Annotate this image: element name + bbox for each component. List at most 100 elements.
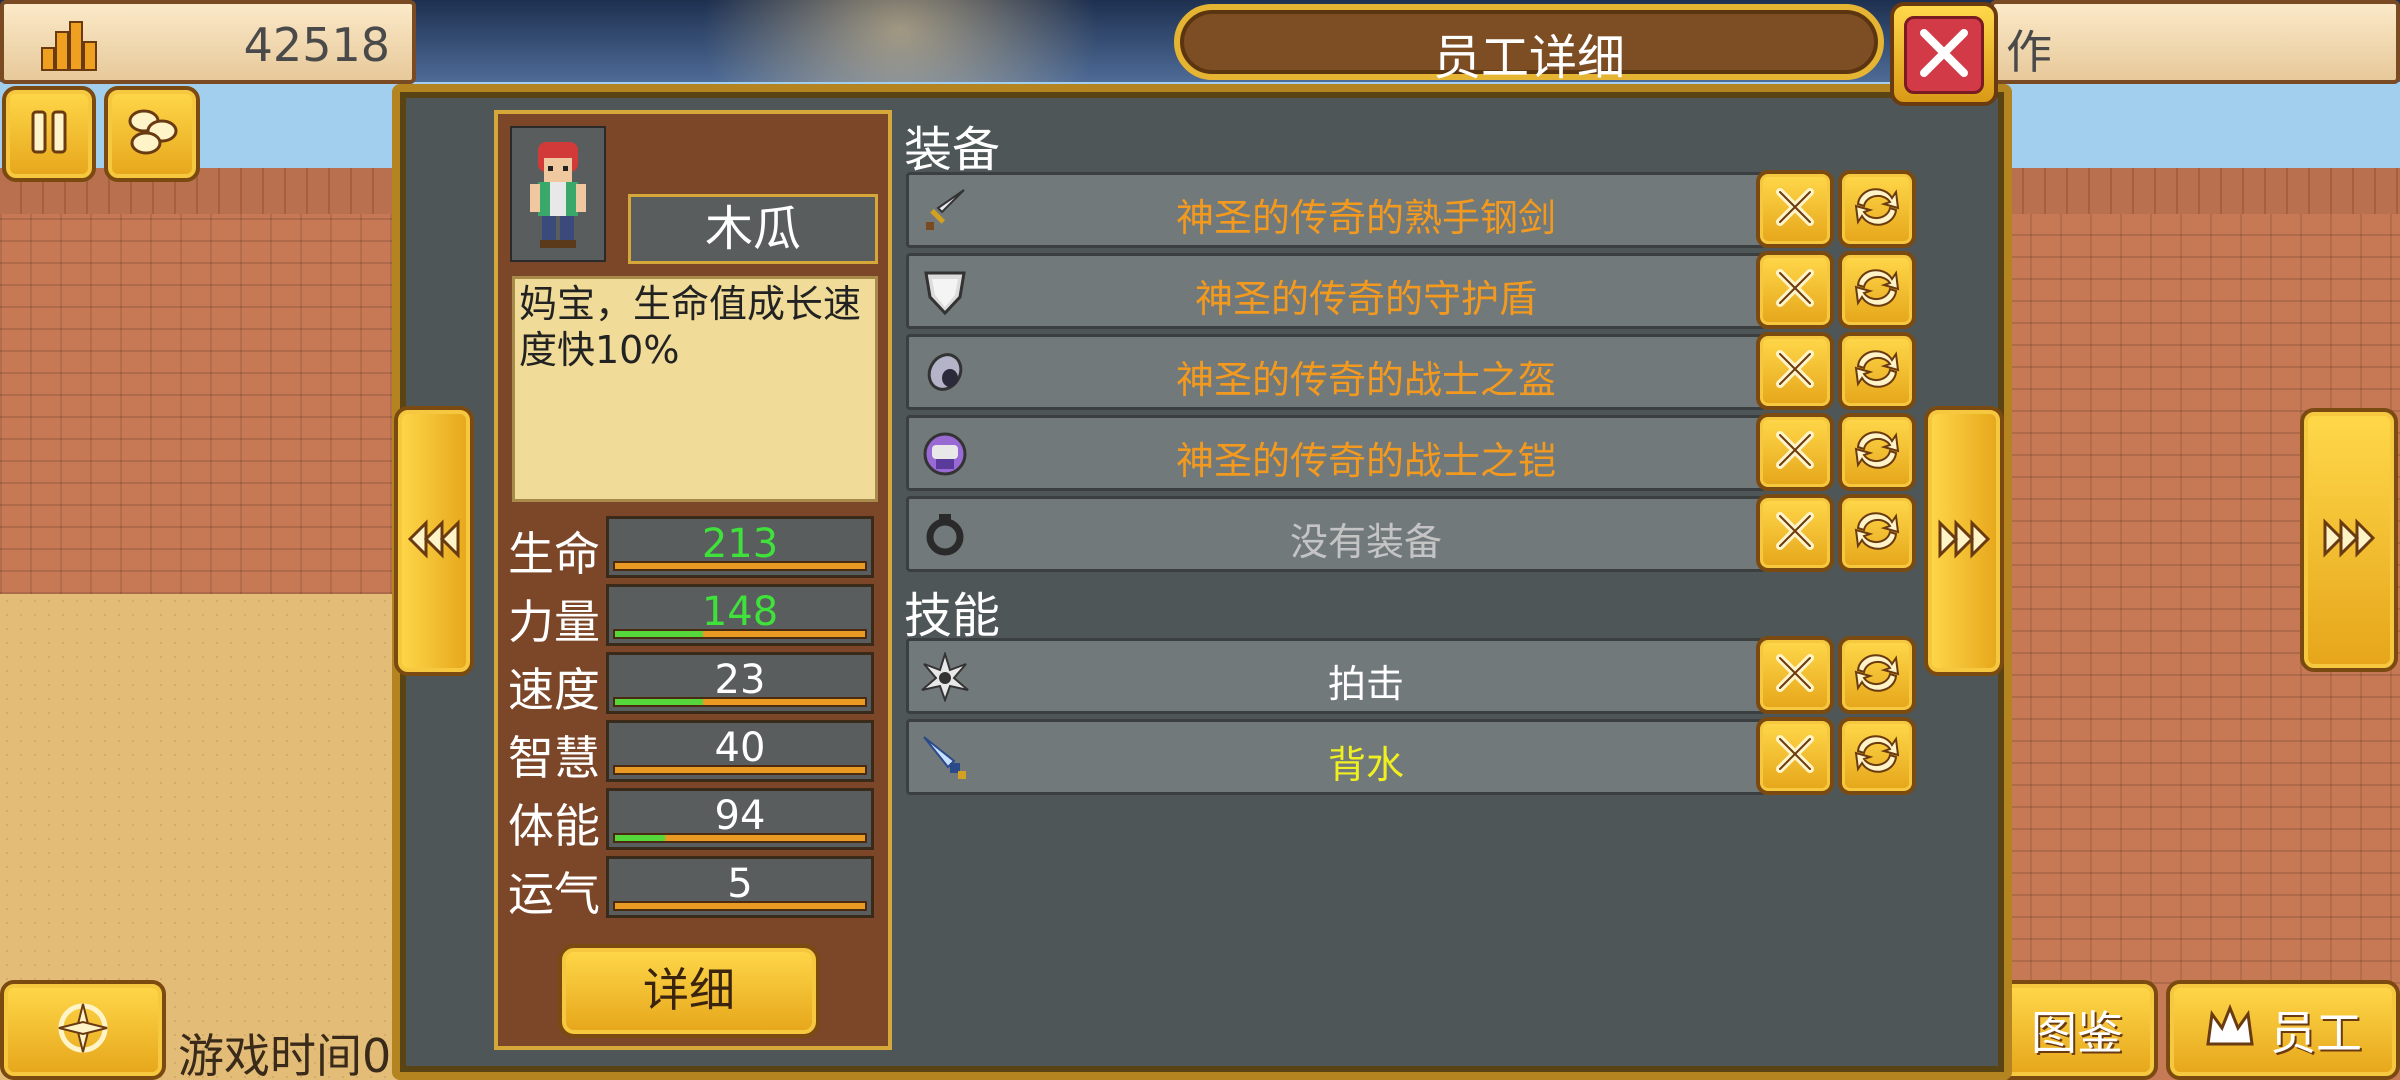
blade-icon [917,730,973,786]
skills-remove-button[interactable] [1756,636,1834,714]
equipment-slot[interactable]: 神圣的传奇的战士之盔 [906,334,1766,410]
equipment-remove-button[interactable] [1756,170,1834,248]
stat-box: 23 [606,652,874,714]
equipment-remove-button[interactable] [1756,494,1834,572]
money-value: 42518 [243,18,390,72]
equipment-name: 神圣的传奇的熟手钢剑 [1175,196,1556,240]
stat-row: 速度 23 [508,652,884,717]
pause-icon [29,110,69,158]
swap-icon [1850,425,1904,479]
speed-button[interactable] [104,86,200,182]
brick-wall-left [0,214,400,594]
catalog-button[interactable]: 图鉴 [1996,980,2158,1080]
equipment-swap-button[interactable] [1838,494,1916,572]
ring-icon [917,507,973,563]
next-employee-button[interactable] [1924,406,2004,676]
skills-swap-button[interactable] [1838,717,1916,795]
stat-box: 40 [606,720,874,782]
character-name: 木瓜 [628,194,878,264]
stat-label: 智慧 [508,731,600,785]
chevrons-right-icon [1936,519,1992,563]
skills-slot[interactable]: 背水 [906,719,1766,795]
stat-row: 智慧 40 [508,720,884,785]
character-sprite [530,142,586,248]
remove-icon [1770,182,1820,236]
stat-label: 运气 [508,867,600,921]
equipment-title: 装备 [904,122,1001,178]
stat-progress-bar [613,765,867,775]
equipment-remove-button[interactable] [1756,251,1834,329]
close-button[interactable] [1890,2,1998,106]
building-coins-icon [38,18,98,72]
chevrons-right-icon [2321,518,2377,562]
stat-box: 94 [606,788,874,850]
skills-name: 拍击 [1327,662,1404,706]
strike-icon [917,649,973,705]
equipment-name: 神圣的传奇的守护盾 [1194,277,1537,321]
equipment-remove-button[interactable] [1756,413,1834,491]
swap-icon [1850,729,1904,783]
previous-employee-button[interactable] [394,406,474,676]
map-button[interactable] [0,980,166,1080]
stat-progress-fill [615,699,703,705]
helmet-icon [917,345,973,401]
skills-title: 技能 [904,588,1001,644]
swap-icon [1850,648,1904,702]
stat-row: 力量 148 [508,584,884,649]
chevrons-left-icon [406,519,462,563]
dialog-title: 员工详细 [1432,30,1625,86]
pause-button[interactable] [2,86,96,182]
stat-box: 5 [606,856,874,918]
catalog-label: 图鉴 [2031,1006,2123,1060]
equipment-slot[interactable]: 没有装备 [906,496,1766,572]
equipment-name: 神圣的传奇的战士之铠 [1175,439,1556,483]
stat-progress-fill [615,631,703,637]
equipment-slot[interactable]: 神圣的传奇的熟手钢剑 [906,172,1766,248]
character-portrait [510,126,606,262]
stat-progress-bar [613,697,867,707]
stat-label: 生命 [508,527,600,581]
stat-row: 体能 94 [508,788,884,853]
stat-box: 213 [606,516,874,578]
skills-slot[interactable]: 拍击 [906,638,1766,714]
remove-icon [1770,506,1820,560]
remove-icon [1770,729,1820,783]
character-description: 妈宝，生命值成长速度快10% [512,276,878,502]
equipment-name: 神圣的传奇的战士之盔 [1175,358,1556,402]
swap-icon [1850,506,1904,560]
equipment-swap-button[interactable] [1838,332,1916,410]
stat-progress-bar [613,629,867,639]
stat-label: 力量 [508,595,600,649]
equipment-slot[interactable]: 神圣的传奇的守护盾 [906,253,1766,329]
dialog-title-bar: 员工详细 [1174,4,1884,86]
stat-progress-bar [613,561,867,571]
character-panel: 木瓜 妈宝，生命值成长速度快10% 生命 213 力量 148 速度 23 智慧 40 体能 94… [494,110,892,1050]
money-bar: 42518 [0,0,416,84]
sword-icon [917,183,973,239]
equipment-swap-button[interactable] [1838,170,1916,248]
staff-label: 员工 [2270,1006,2362,1060]
outer-next-button[interactable] [2300,408,2398,672]
detail-button[interactable]: 详细 [558,944,820,1038]
equipment-swap-button[interactable] [1838,251,1916,329]
compass-icon [53,998,113,1062]
stat-row: 运气 5 [508,856,884,921]
remove-icon [1770,344,1820,398]
skills-remove-button[interactable] [1756,717,1834,795]
staff-button[interactable]: 员工 [2166,980,2400,1080]
equipment-slot[interactable]: 神圣的传奇的战士之铠 [906,415,1766,491]
swap-icon [1850,263,1904,317]
stat-label: 体能 [508,799,600,853]
swap-icon [1850,182,1904,236]
top-right-bar: 作 [1990,0,2400,84]
shield-icon [917,264,973,320]
skills-name: 背水 [1327,743,1404,787]
crown-icon [2204,1003,2256,1056]
remove-icon [1770,263,1820,317]
stat-box: 148 [606,584,874,646]
equipment-swap-button[interactable] [1838,413,1916,491]
armor-icon [917,426,973,482]
skills-swap-button[interactable] [1838,636,1916,714]
close-icon [1916,25,1972,85]
equipment-remove-button[interactable] [1756,332,1834,410]
